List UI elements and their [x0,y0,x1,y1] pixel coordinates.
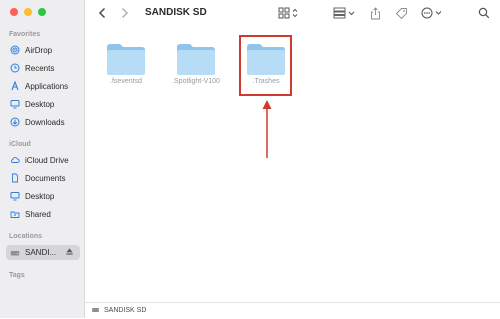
path-item-label: SANDISK SD [104,306,147,314]
annotation-arrow [262,100,272,158]
group-icon[interactable] [333,6,357,20]
sidebar-item-recents[interactable]: Recents [6,61,80,75]
search-icon[interactable] [477,6,491,20]
sidebar-item-shared[interactable]: Shared [6,207,80,221]
sidebar-section-icloud: iCloud [9,141,31,148]
grid-view-icon[interactable] [277,6,301,20]
airdrop-icon [10,45,20,55]
eject-icon[interactable] [65,247,74,258]
sidebar-item-sandisk[interactable]: SANDI... [6,245,80,260]
window-title: SANDISK SD [145,7,207,18]
path-bar: SANDISK SD [85,302,500,319]
desktop-icon [10,99,20,109]
sidebar-item-label: Desktop [25,99,55,109]
sidebar-item-label: Recents [25,63,55,73]
sidebar: Favorites AirDrop Recents Applications D… [0,0,85,318]
minimize-button[interactable] [24,8,32,16]
sidebar-item-label: Desktop [25,191,55,201]
highlight-box [239,35,292,96]
share-icon[interactable] [368,6,382,20]
folder-icon [95,41,157,77]
sidebar-section-tags: Tags [9,272,25,279]
sidebar-section-favorites: Favorites [9,31,41,38]
sidebar-item-label: SANDI... [25,248,57,257]
downloads-icon [10,117,20,127]
tag-icon[interactable] [393,6,409,20]
folder-item[interactable]: .Spotlight-V100 [165,41,227,85]
path-item[interactable]: SANDISK SD [91,306,146,314]
sidebar-item-desktop[interactable]: Desktop [6,97,80,111]
sidebar-item-applications[interactable]: Applications [6,79,80,93]
clock-icon [10,63,20,73]
sidebar-item-label: Documents [25,173,66,183]
drive-icon [91,306,100,314]
document-icon [10,173,20,183]
file-browser: .fseventsd .Spotlight-V100 .Trashes [85,28,500,302]
zoom-button[interactable] [38,8,46,16]
chevron-right-icon[interactable] [117,6,131,20]
sidebar-item-label: Downloads [25,117,65,127]
close-button[interactable] [10,8,18,16]
sidebar-item-label: Shared [25,209,51,219]
finder-window: Favorites AirDrop Recents Applications D… [0,0,500,319]
chevron-left-icon[interactable] [95,6,109,20]
folder-item[interactable]: .fseventsd [95,41,157,85]
toolbar: SANDISK SD [85,0,500,28]
ellipsis-circle-icon[interactable] [421,6,447,20]
sidebar-item-documents[interactable]: Documents [6,171,80,185]
folder-name: .fseventsd [110,78,142,85]
sidebar-item-airdrop[interactable]: AirDrop [6,43,80,57]
desktop-icon [10,191,20,201]
folder-icon [165,41,227,77]
sidebar-item-downloads[interactable]: Downloads [6,115,80,129]
sidebar-item-icloud-drive[interactable]: iCloud Drive [6,153,80,167]
sidebar-section-locations: Locations [9,233,43,240]
drive-icon [10,248,20,258]
window-controls [10,8,46,16]
sidebar-item-label: AirDrop [25,45,53,55]
sidebar-item-label: Applications [25,81,69,91]
shared-folder-icon [10,209,20,219]
sidebar-item-label: iCloud Drive [25,155,69,165]
sidebar-item-icloud-desktop[interactable]: Desktop [6,189,80,203]
folder-name: .Spotlight-V100 [172,78,220,85]
applications-icon [10,81,20,91]
cloud-icon [10,155,20,165]
